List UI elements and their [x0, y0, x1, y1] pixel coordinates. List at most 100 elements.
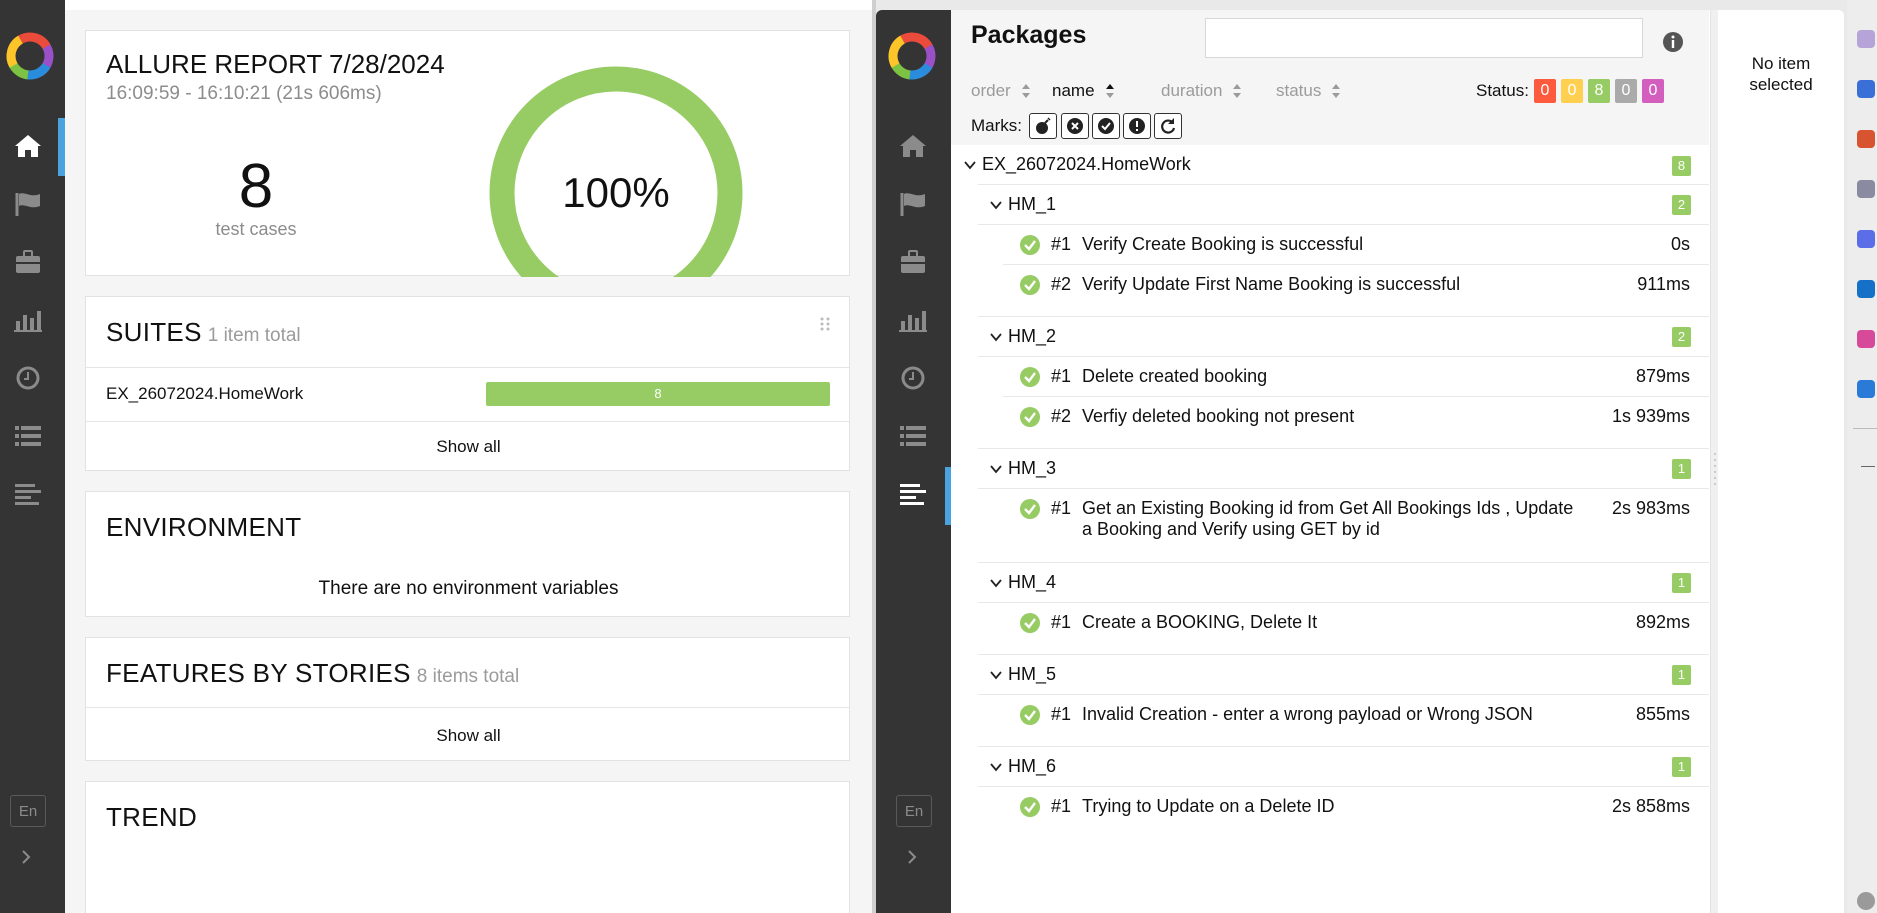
- x-circle-icon[interactable]: [1061, 113, 1089, 139]
- chevron-down-icon[interactable]: [989, 330, 1003, 344]
- status-passed-toggle[interactable]: 8: [1588, 79, 1610, 103]
- test-number: #1: [1051, 796, 1072, 816]
- chevron-down-icon[interactable]: [989, 576, 1003, 590]
- tree-group-row[interactable]: HM_4 1: [951, 563, 1709, 603]
- tree-group-row[interactable]: HM_1 2: [951, 185, 1709, 225]
- test-name: Trying to Update on a Delete ID: [1082, 796, 1335, 816]
- success-donut-chart[interactable]: 100%: [486, 63, 746, 277]
- language-button[interactable]: En: [896, 795, 932, 827]
- features-card: FEATURES BY STORIES 8 items total Show al…: [85, 637, 850, 761]
- tree-group-row[interactable]: HM_5 1: [951, 655, 1709, 695]
- group-count: 1: [1672, 665, 1691, 685]
- status-broken-toggle[interactable]: 0: [1561, 79, 1583, 103]
- packages-icon[interactable]: [11, 477, 45, 511]
- group-name: HM_4: [1008, 572, 1057, 592]
- trend-card: TREND: [85, 781, 850, 913]
- list-icon[interactable]: [11, 419, 45, 453]
- app-icon[interactable]: [1857, 380, 1875, 398]
- app-icon[interactable]: [1857, 130, 1875, 148]
- search-input[interactable]: [1205, 18, 1643, 58]
- chevron-right-icon[interactable]: [14, 845, 38, 869]
- sort-by-status[interactable]: status: [1276, 81, 1341, 101]
- test-row[interactable]: #1 Verify Create Booking is successful 0…: [951, 225, 1709, 265]
- sort-by-name[interactable]: name: [1052, 81, 1115, 101]
- allure-logo[interactable]: [886, 30, 938, 82]
- test-row[interactable]: #1 Invalid Creation - enter a wrong payl…: [951, 695, 1709, 747]
- test-case-label: test cases: [215, 219, 297, 239]
- features-show-all-link[interactable]: Show all: [86, 726, 851, 746]
- chevron-down-icon[interactable]: [963, 158, 977, 172]
- chevron-down-icon[interactable]: [989, 668, 1003, 682]
- settings-icon[interactable]: [1857, 892, 1875, 910]
- sort-by-duration[interactable]: duration: [1161, 81, 1242, 101]
- check-circle-icon[interactable]: [1092, 113, 1120, 139]
- bar-chart-icon[interactable]: [11, 303, 45, 337]
- app-icon[interactable]: [1857, 30, 1875, 48]
- test-duration: 2s 983ms: [1611, 498, 1690, 518]
- test-row[interactable]: #1 Get an Existing Booking id from Get A…: [951, 489, 1709, 563]
- no-item-selected-message: No item selected: [1749, 54, 1813, 94]
- app-icon[interactable]: [1857, 80, 1875, 98]
- allure-logo[interactable]: [4, 30, 56, 82]
- suites-show-all-link[interactable]: Show all: [86, 437, 851, 457]
- browser-edge-sidebar: [1847, 0, 1877, 913]
- chevron-down-icon[interactable]: [989, 760, 1003, 774]
- test-name: Verify Create Booking is successful: [1082, 234, 1364, 254]
- chevron-right-icon[interactable]: [900, 845, 924, 869]
- test-row[interactable]: #1 Trying to Update on a Delete ID 2s 85…: [951, 787, 1709, 827]
- test-duration: 0s: [1670, 234, 1690, 254]
- chevron-down-icon[interactable]: [989, 198, 1003, 212]
- home-icon[interactable]: [11, 129, 45, 163]
- bar-chart-icon[interactable]: [896, 303, 930, 337]
- pane-resize-handle[interactable]: [1710, 10, 1718, 913]
- tree-root-row[interactable]: EX_26072024.HomeWork 8: [951, 145, 1709, 185]
- app-icon[interactable]: [1857, 330, 1875, 348]
- app-icon[interactable]: [1857, 280, 1875, 298]
- report-summary-card: ALLURE REPORT 7/28/2024 16:09:59 - 16:10…: [85, 30, 850, 277]
- list-icon[interactable]: [896, 419, 930, 453]
- home-icon[interactable]: [896, 129, 930, 163]
- exclamation-circle-icon[interactable]: [1123, 113, 1151, 139]
- test-name: Invalid Creation - enter a wrong payload…: [1082, 704, 1533, 724]
- suites-count: 1 item total: [207, 325, 301, 346]
- flag-icon[interactable]: [896, 187, 930, 221]
- status-failed-toggle[interactable]: 0: [1534, 79, 1556, 103]
- status-unknown-toggle[interactable]: 0: [1642, 79, 1664, 103]
- flag-icon[interactable]: [11, 187, 45, 221]
- info-icon[interactable]: [1662, 31, 1684, 53]
- sort-icon: [1105, 84, 1114, 98]
- tree-group-row[interactable]: HM_3 1: [951, 449, 1709, 489]
- test-row[interactable]: #1 Delete created booking 879ms: [951, 357, 1709, 397]
- briefcase-icon[interactable]: [896, 245, 930, 279]
- group-count: 2: [1672, 327, 1691, 347]
- passed-check-icon: [1020, 613, 1040, 633]
- chevron-down-icon[interactable]: [989, 462, 1003, 476]
- report-title: ALLURE REPORT 7/28/2024: [106, 49, 445, 79]
- refresh-icon[interactable]: [1154, 113, 1182, 139]
- drag-handle-icon[interactable]: [819, 317, 831, 333]
- app-icon[interactable]: [1857, 230, 1875, 248]
- test-case-count: 8: [238, 152, 274, 221]
- packages-header: Packages order name duration status Stat…: [951, 10, 1709, 145]
- briefcase-icon[interactable]: [11, 245, 45, 279]
- tree-group-row[interactable]: HM_2 2: [951, 317, 1709, 357]
- sort-by-order[interactable]: order: [971, 81, 1031, 101]
- app-icon[interactable]: [1857, 180, 1875, 198]
- test-row[interactable]: #1 Create a BOOKING, Delete It 892ms: [951, 603, 1709, 655]
- packages-panel: Packages order name duration status Stat…: [951, 10, 1709, 913]
- packages-icon[interactable]: [896, 477, 930, 511]
- test-number: #2: [1051, 406, 1072, 426]
- tree-group-row[interactable]: HM_6 1: [951, 747, 1709, 787]
- clock-icon[interactable]: [896, 361, 930, 395]
- bomb-icon[interactable]: [1029, 113, 1057, 139]
- suite-status-bar[interactable]: 8: [486, 382, 830, 406]
- test-row[interactable]: #2 Verify Update First Name Booking is s…: [951, 265, 1709, 317]
- suites-card: SUITES 1 item total EX_26072024.HomeWork …: [85, 296, 850, 471]
- suite-name[interactable]: EX_26072024.HomeWork: [106, 384, 303, 404]
- test-row[interactable]: #2 Verfiy deleted booking not present 1s…: [951, 397, 1709, 449]
- test-duration: 892ms: [1635, 612, 1690, 632]
- clock-icon[interactable]: [11, 361, 45, 395]
- success-percent: 100%: [562, 169, 669, 216]
- status-skipped-toggle[interactable]: 0: [1615, 79, 1637, 103]
- language-button[interactable]: En: [10, 795, 46, 827]
